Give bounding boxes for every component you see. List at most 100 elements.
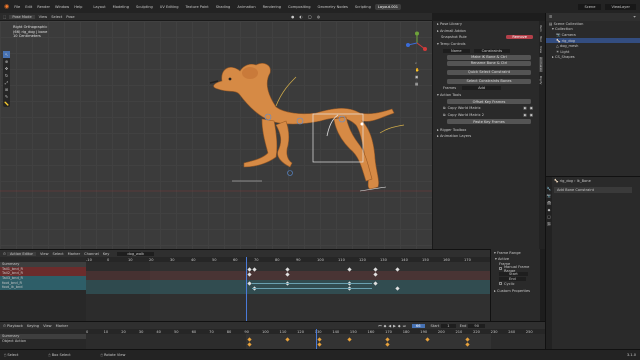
viewport-menu-view[interactable]: View [39,15,48,19]
copy-icon[interactable]: ▣ [523,106,526,110]
cyclic-checkbox[interactable] [499,282,502,285]
tab-geometry-nodes[interactable]: Geometry Nodes [315,4,351,10]
tab-modeling[interactable]: Modeling [110,4,132,10]
dope-playhead[interactable] [246,257,247,322]
timeline-menu-keying[interactable]: Keying [27,324,39,328]
menu-window[interactable]: Window [55,5,69,9]
start-frame-field[interactable]: 1 [441,323,456,328]
tab-layout-001[interactable]: Layout.001 [374,3,402,10]
dope-menu-view[interactable]: View [40,252,49,256]
frames-field[interactable]: Add [462,86,502,91]
dog-character-rig[interactable] [0,21,432,249]
panel-action-tools[interactable]: ▾ Action Tools [433,92,539,99]
channel-foot-ik[interactable]: foot_ik_bnd [0,284,86,290]
dope-menu-channel[interactable]: Channel [84,252,99,256]
offset-key-frames-button[interactable]: Offset Key Frames [447,99,531,105]
cyclic-label: Cyclic [504,281,515,286]
tab-view[interactable]: View [539,46,543,53]
make-ik-button[interactable]: Make IK Bone & Ctrl [447,54,531,60]
jump-end-icon[interactable]: ⏭ [403,324,406,328]
timeline-menu-playback[interactable]: Playback [7,324,23,328]
tab-animation[interactable]: Animation [234,4,258,10]
prev-key-icon[interactable]: ◆ [384,324,387,328]
tab-texture-paint[interactable]: Texture Paint [183,4,212,10]
action-selector[interactable]: dog_walk [117,251,155,256]
paste-icon[interactable]: ▣ [530,106,533,110]
panel-animall[interactable]: ▸ Animall Addon [433,28,539,35]
panel-rigger-toolbox[interactable]: ▸ Rigger Toolbox [433,126,539,133]
menu-edit[interactable]: Edit [25,5,32,9]
name-field[interactable]: Name [443,48,470,53]
dope-menu-select[interactable]: Select [53,252,64,256]
timeline-object-action[interactable]: Object Action [0,339,86,344]
copy-world-matrix-button[interactable]: Copy World Matrix [448,106,524,110]
tab-rigify[interactable]: Rigify [539,76,543,84]
current-frame-field[interactable]: 66 [411,323,425,328]
scene-props-icon[interactable]: ◆ [548,208,551,212]
frame-range-panel[interactable]: ▾ Frame Range [491,249,540,256]
tab-compositing[interactable]: Compositing [285,4,314,10]
tab-rendering[interactable]: Rendering [260,4,284,10]
end-frame-field[interactable]: 90 [468,323,485,328]
mode-selector[interactable]: Pose Mode [9,14,35,19]
viewport-menu-select[interactable]: Select [51,15,62,19]
shading-icons[interactable]: ● ◐ ◯ ◍ [291,15,322,19]
output-props-icon[interactable]: 🖨 [547,201,552,205]
timeline-menu-marker[interactable]: Marker [56,324,68,328]
viewport-menu-pose[interactable]: Pose [66,15,74,19]
tab-item[interactable]: Item [539,25,543,32]
dope-keyframe-area[interactable]: -10 0 10 20 30 40 50 60 70 80 90 100 110… [86,257,490,322]
panel-temp-controls[interactable]: ▾ Temp Controls [433,41,539,48]
paste-key-frames-button[interactable]: Paste Key Frames [447,119,531,125]
dope-menu-marker[interactable]: Marker [68,252,80,256]
constraint-props-icon[interactable]: ⛓ [547,222,552,226]
render-props-icon[interactable]: 📷 [547,194,551,198]
tab-layout[interactable]: Layout [90,4,108,10]
outliner-filter-icon[interactable]: ⏷ [633,15,636,19]
blender-logo-icon[interactable]: ◉ [4,3,9,10]
scene-selector[interactable]: Scene [578,3,602,10]
outliner: ☰ ⏷ ▤ Scene Collection ▾ Collection 📷 Ca… [545,13,640,176]
paste-2-icon[interactable]: ▣ [530,113,533,117]
tab-shading[interactable]: Shading [213,4,234,10]
editor-type-icon[interactable]: ⬚ [3,15,6,19]
tab-scripting[interactable]: Scripting [352,4,374,10]
panel-pose-library[interactable]: ▸ Pose Library [433,21,539,28]
dope-menu-key[interactable]: Key [103,252,110,256]
play-reverse-icon[interactable]: ◀ [388,324,391,328]
custom-properties-panel[interactable]: ▸ Custom Properties [491,288,540,294]
copy-world-matrix-2-button[interactable]: Copy World Matrix 2 [448,113,524,117]
tab-tool[interactable]: Tool [539,36,543,42]
jump-start-icon[interactable]: ⏮ [378,324,381,328]
outliner-row-cs-shapes[interactable]: ▸ CS_Shapes [546,55,640,61]
timeline-menu-view[interactable]: View [43,324,52,328]
tab-uv-editing[interactable]: UV Editing [157,4,182,10]
tab-sculpting[interactable]: Sculpting [133,4,156,10]
outliner-editor-icon[interactable]: ☰ [549,15,552,19]
menu-file[interactable]: File [14,5,20,9]
end-field[interactable]: End [499,276,526,281]
timeline-track[interactable]: 0 10 20 30 40 50 60 70 80 90 100 110 120… [86,329,545,350]
next-key-icon[interactable]: ◆ [398,324,401,328]
dope-mode-selector[interactable]: Action Editor [6,251,37,256]
quick-select-constraint-button[interactable]: Quick Select Constraint [447,69,531,75]
constraints-field[interactable]: Constraints [473,48,511,53]
select-constraints-bones-button[interactable]: Select Constraints Bones [447,78,531,84]
object-props-icon[interactable]: □ [547,215,550,219]
timeline-editor-icon[interactable]: ⏱ [3,324,6,328]
rename-bone-button[interactable]: Rename Bone & Ctrl [447,60,531,66]
tab-animation[interactable]: Animation [539,56,543,73]
add-bone-constraint-button[interactable]: Add Bone Constraint [554,187,632,193]
menu-help[interactable]: Help [74,5,82,9]
play-icon[interactable]: ▶ [393,324,396,328]
copy-2-icon[interactable]: ▣ [523,113,526,117]
dope-editor-icon[interactable]: ⏱ [3,252,6,256]
tool-props-icon[interactable]: 🔧 [547,187,551,191]
remove-button[interactable]: Remove [506,35,533,40]
manual-range-checkbox[interactable] [499,267,502,270]
start-field[interactable]: Start [499,271,528,276]
panel-animation-layers[interactable]: ▸ Animation Layers [433,133,539,140]
menu-render[interactable]: Render [37,5,50,9]
3d-viewport[interactable]: Right Orthographic (66) rig_dog | bone 1… [0,21,432,249]
view-layer-selector[interactable]: ViewLayer [605,3,636,10]
